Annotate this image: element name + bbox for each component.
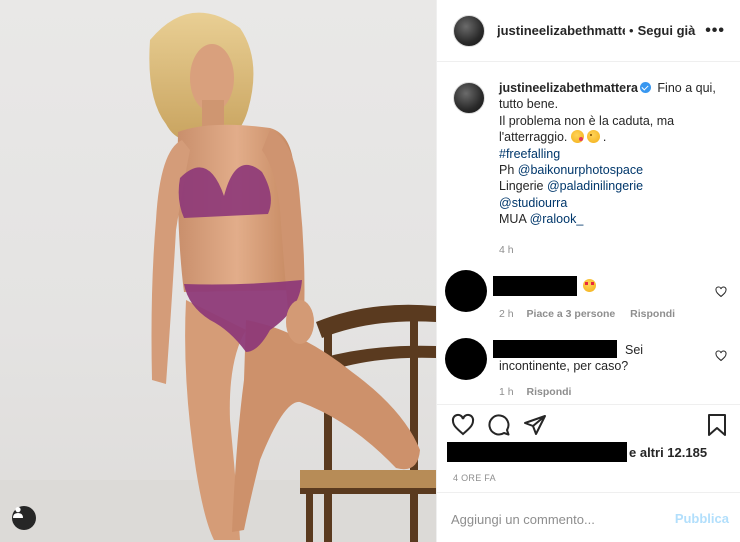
add-comment-bar: Pubblica <box>437 492 740 542</box>
author-username[interactable]: justineelizabethmatte… <box>497 23 625 38</box>
kiss-emoji-icon <box>570 130 584 144</box>
comment-item: 2 h Piace a 3 persone Rispondi <box>445 270 735 322</box>
verified-badge-icon <box>639 82 651 93</box>
commenter-avatar[interactable] <box>445 338 487 380</box>
heart-eyes-emoji-icon <box>583 279 596 292</box>
following-button[interactable]: Segui già <box>638 23 696 38</box>
post-photo[interactable] <box>0 0 436 542</box>
wink-emoji-icon <box>586 130 600 144</box>
commenter-avatar[interactable] <box>445 270 487 312</box>
like-comment-heart-icon[interactable] <box>715 350 727 362</box>
caption-time: 4 h <box>499 244 514 256</box>
comment-likes-count[interactable]: Piace a 3 persone <box>527 308 616 320</box>
comment-time: 2 h <box>499 308 514 320</box>
lingerie-prefix: Lingerie <box>499 179 544 194</box>
hashtag-link[interactable]: #freefalling <box>499 147 560 161</box>
reply-button[interactable]: Rispondi <box>527 386 572 398</box>
publish-button[interactable]: Pubblica <box>675 511 729 526</box>
reply-button[interactable]: Rispondi <box>630 308 675 320</box>
header-separator: • <box>629 23 634 38</box>
caption-author-avatar[interactable] <box>453 82 485 114</box>
likes-count[interactable]: e altri 12.185 <box>629 445 707 460</box>
caption-username[interactable]: justineelizabethmattera <box>499 81 638 95</box>
caption: justineelizabethmattera Fino a qui, tutt… <box>453 80 729 228</box>
author-avatar[interactable] <box>453 14 485 47</box>
comment-input[interactable] <box>451 509 661 529</box>
caption-text: justineelizabethmattera Fino a qui, tutt… <box>499 81 716 227</box>
studio-mention[interactable]: @studiourra <box>499 196 567 210</box>
comment-bubble-icon[interactable] <box>487 413 511 437</box>
redacted-liker <box>447 442 627 462</box>
like-comment-heart-icon[interactable] <box>715 286 727 298</box>
mua-prefix: MUA <box>499 212 527 227</box>
save-bookmark-icon[interactable] <box>705 413 729 437</box>
comment-meta: 2 h Piace a 3 persone Rispondi <box>499 308 687 320</box>
comment-time: 1 h <box>499 386 514 398</box>
post-side-panel: justineelizabethmatte… • Segui già ••• j… <box>436 0 740 542</box>
lingerie-mention[interactable]: @paladinilingerie <box>547 179 643 193</box>
like-heart-icon[interactable] <box>451 413 475 437</box>
post-header: justineelizabethmatte… • Segui già ••• <box>437 0 740 62</box>
mua-mention[interactable]: @ralook_ <box>530 212 584 226</box>
user-tags-button[interactable] <box>12 506 36 530</box>
redacted-username <box>493 276 577 296</box>
comment-text: Sei incontinente, per caso? <box>499 343 644 374</box>
ellipsis-icon[interactable]: ••• <box>705 22 725 40</box>
ph-prefix: Ph <box>499 163 515 178</box>
post-actions <box>437 404 740 444</box>
photo-illustration <box>0 12 436 542</box>
photographer-mention[interactable]: @baikonurphotospace <box>518 163 643 177</box>
post-date[interactable]: 4 ORE FA <box>453 473 496 483</box>
share-paper-plane-icon[interactable] <box>523 413 547 437</box>
comment-item: Sei incontinente, per caso? 1 h Rispondi <box>445 338 735 398</box>
user-icon <box>13 507 23 518</box>
caption-line-2: Il problema non è la caduta, ma l'atterr… <box>499 113 675 145</box>
comment-meta: 1 h Rispondi <box>499 386 583 398</box>
